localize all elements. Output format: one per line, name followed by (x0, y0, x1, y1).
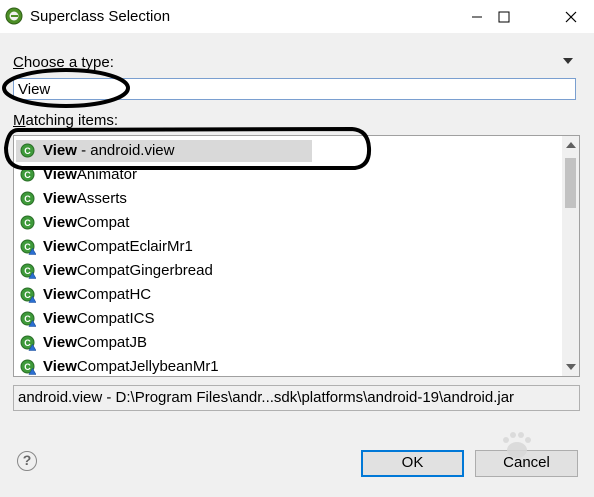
list-item[interactable]: C View - android.view (14, 140, 574, 162)
svg-text:C: C (24, 242, 31, 252)
class-default-access-icon: C (20, 335, 36, 351)
class-icon: C (20, 215, 35, 230)
svg-text:C: C (24, 266, 31, 276)
svg-text:C: C (24, 170, 31, 180)
class-default-access-icon: C (20, 263, 36, 279)
svg-text:C: C (24, 218, 31, 228)
dropdown-arrow-icon[interactable] (563, 58, 573, 64)
close-button[interactable] (548, 0, 594, 33)
svg-text:C: C (24, 314, 31, 324)
list-item-label: ViewCompatJellybeanMr1 (43, 358, 219, 375)
eclipse-app-icon (5, 7, 23, 25)
list-item-label: ViewAsserts (43, 190, 127, 207)
class-icon: C (20, 167, 35, 182)
list-item-label: ViewAnimator (43, 166, 137, 183)
list-item[interactable]: C ViewCompatICS (14, 308, 574, 330)
vertical-scrollbar[interactable] (562, 136, 579, 376)
close-icon (565, 11, 577, 22)
scrollbar-thumb[interactable] (565, 158, 576, 208)
matching-items-list[interactable]: C View - android.view C ViewAnimator C ViewAs… (13, 135, 580, 377)
list-item[interactable]: C ViewAnimator (14, 164, 574, 186)
help-icon[interactable]: ? (17, 451, 37, 471)
svg-text:C: C (24, 194, 31, 204)
maximize-icon (498, 11, 510, 22)
list-item-label: ViewCompatICS (43, 310, 155, 327)
package-path-field: android.view - D:\Program Files\andr...s… (13, 385, 580, 411)
matching-items-label: Matching items: (13, 112, 119, 129)
window-title: Superclass Selection (30, 8, 171, 25)
list-item-label: ViewCompatHC (43, 286, 152, 303)
svg-text:C: C (24, 338, 31, 348)
scroll-up-arrow-icon[interactable] (566, 142, 576, 148)
class-default-access-icon: C (20, 311, 36, 327)
list-item-label: ViewCompatGingerbread (43, 262, 213, 279)
list-item-label: View - android.view (43, 142, 175, 159)
maximize-button[interactable] (481, 0, 527, 33)
list-item[interactable]: C ViewCompatEclairMr1 (14, 236, 574, 258)
list-item[interactable]: C ViewCompatHC (14, 284, 574, 306)
svg-text:C: C (24, 362, 31, 372)
list-item-label: ViewCompat (43, 214, 130, 231)
class-icon: C (20, 191, 35, 206)
ok-button[interactable]: OK (361, 450, 464, 477)
watermark-logo (500, 430, 590, 474)
list-item-label: ViewCompatJB (43, 334, 147, 351)
list-item[interactable]: C ViewCompatGingerbread (14, 260, 574, 282)
class-default-access-icon: C (20, 359, 36, 375)
title-bar: Superclass Selection (0, 0, 594, 33)
list-item[interactable]: C ViewCompatJellybeanMr1 (14, 356, 574, 376)
class-default-access-icon: C (20, 287, 36, 303)
choose-type-label: Choose a type: (13, 54, 114, 71)
scroll-down-arrow-icon[interactable] (566, 364, 576, 370)
list-item-label: ViewCompatEclairMr1 (43, 238, 193, 255)
class-default-access-icon: C (20, 239, 36, 255)
list-item[interactable]: C ViewAsserts (14, 188, 574, 210)
class-icon: C (20, 143, 35, 158)
svg-text:C: C (24, 146, 31, 156)
list-item[interactable]: C ViewCompatJB (14, 332, 574, 354)
list-item[interactable]: C ViewCompat (14, 212, 574, 234)
type-search-input[interactable] (13, 78, 576, 100)
svg-text:C: C (24, 290, 31, 300)
